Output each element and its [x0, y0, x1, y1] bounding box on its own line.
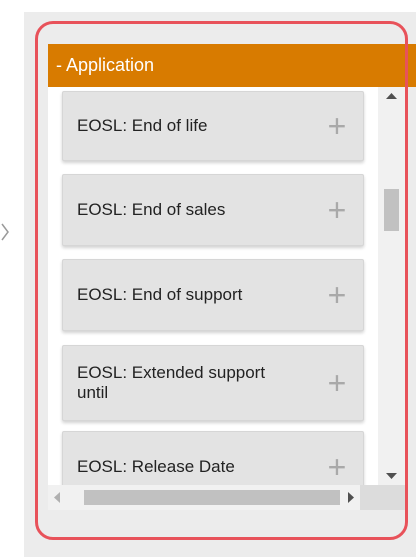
chevron-left-icon — [1, 223, 9, 241]
highlight-frame — [35, 21, 408, 540]
